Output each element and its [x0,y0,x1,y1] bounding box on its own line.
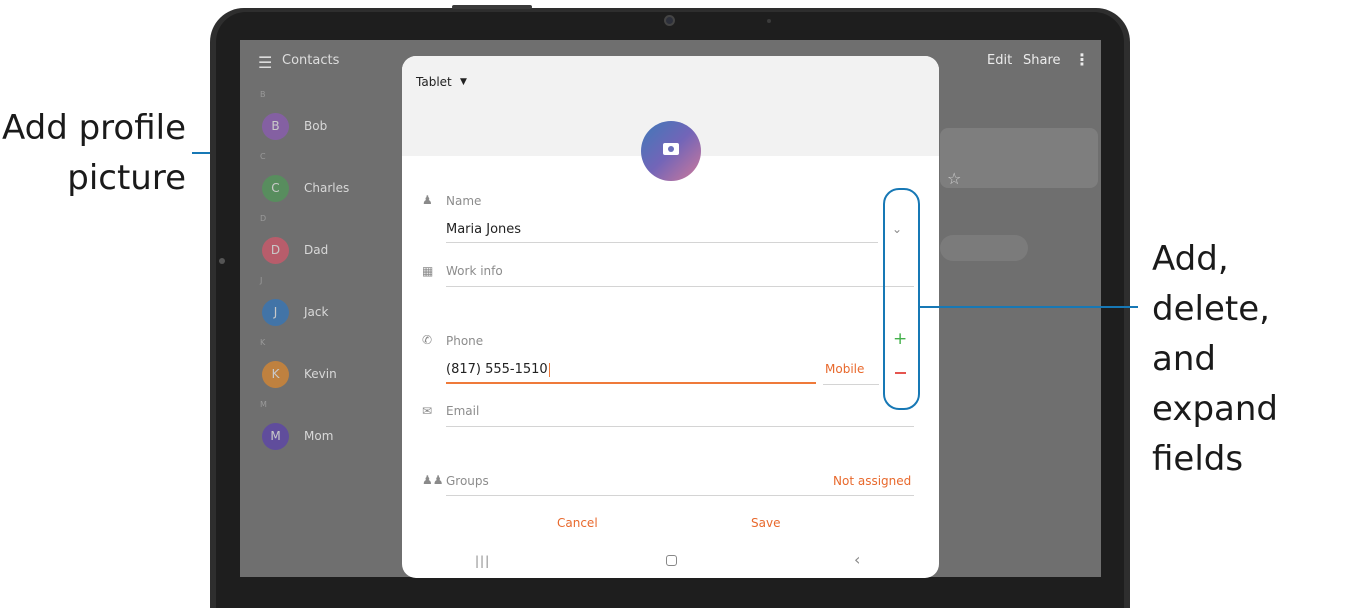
contact-row[interactable]: J Jack [262,299,412,329]
hamburger-icon[interactable]: ☰ [258,53,272,72]
avatar: K [262,361,289,388]
dropdown-caret-icon[interactable]: ▼ [460,77,467,87]
phone-label: Phone [446,334,484,348]
background-card [940,128,1098,188]
phone-type-select[interactable]: Mobile [825,362,864,376]
side-button [219,258,225,264]
save-button[interactable]: Save [751,516,780,530]
phone-value: (817) 555-1510 [446,362,548,377]
sensor [767,19,771,23]
groups-icon: ♟♟ [422,473,444,487]
index-letter: D [260,214,267,223]
name-underline [446,242,878,243]
contact-name: Dad [304,243,329,257]
avatar: J [262,299,289,326]
contact-name: Jack [304,305,329,319]
tablet-button [452,5,532,9]
profile-picture-button[interactable] [641,121,701,181]
contact-row[interactable]: K Kevin [262,361,412,391]
index-letter: M [260,400,267,409]
star-icon: ☆ [947,169,962,188]
phone-icon: ✆ [422,333,433,347]
callout-add-profile-picture: Add profile picture [0,103,186,203]
email-underline [446,426,914,427]
index-letter: J [260,276,263,285]
create-contact-dialog: Tablet ▼ ♟ Name Maria Jones ⌄ ▦ Work inf… [402,56,939,578]
email-icon: ✉ [422,404,433,418]
app-title: Contacts [282,53,340,68]
phone-type-underline [823,384,879,385]
contact-name: Kevin [304,367,337,381]
name-label: Name [446,194,482,208]
callout-add-delete-expand: Add, delete, and expand fields [1152,234,1352,484]
fields-highlight-box [883,188,920,410]
cancel-button[interactable]: Cancel [557,516,598,530]
phone-underline [446,382,816,384]
background-pill [940,235,1028,261]
callout-line-right [920,306,1138,308]
avatar: C [262,175,289,202]
callout-text-line: Add profile [1,108,186,148]
front-camera [664,15,675,26]
work-underline [446,286,914,287]
phone-field[interactable]: (817) 555-1510 [446,362,550,377]
index-letter: B [260,90,266,99]
groups-label: Groups [446,474,489,488]
contact-row[interactable]: C Charles [262,175,412,205]
index-letter: K [260,338,266,347]
home-icon[interactable] [666,555,677,566]
name-field[interactable]: Maria Jones [446,222,521,237]
contact-name: Charles [304,181,350,195]
callout-text-line: and expand [1152,339,1278,429]
email-field[interactable]: Email [446,404,479,418]
avatar: D [262,237,289,264]
contact-row[interactable]: D Dad [262,237,412,267]
groups-select[interactable]: Not assigned [833,474,911,488]
account-selector[interactable]: Tablet [416,75,452,89]
edit-button[interactable]: Edit [987,53,1012,68]
avatar: M [262,423,289,450]
index-letter: C [260,152,266,161]
contact-row[interactable]: B Bob [262,113,412,143]
contact-name: Bob [304,119,328,133]
text-cursor [548,362,550,377]
building-icon: ▦ [422,264,434,278]
dialog-actions: Cancel Save [402,504,939,540]
callout-text-line: Add, delete, [1152,239,1270,329]
camera-icon [663,143,679,155]
more-vertical-icon[interactable]: ⋮ [1074,50,1090,69]
contact-name: Mom [304,429,334,443]
callout-text-line: fields [1152,439,1244,479]
work-info-field[interactable]: Work info [446,264,503,278]
system-nav-bar: ||| ‹ [402,546,939,578]
contact-row[interactable]: M Mom [262,423,412,453]
recent-apps-icon[interactable]: ||| [475,554,490,568]
back-icon[interactable]: ‹ [854,550,860,569]
share-button[interactable]: Share [1023,53,1061,68]
avatar: B [262,113,289,140]
groups-underline [446,495,914,496]
callout-text-line: picture [67,158,186,198]
person-icon: ♟ [422,193,433,207]
